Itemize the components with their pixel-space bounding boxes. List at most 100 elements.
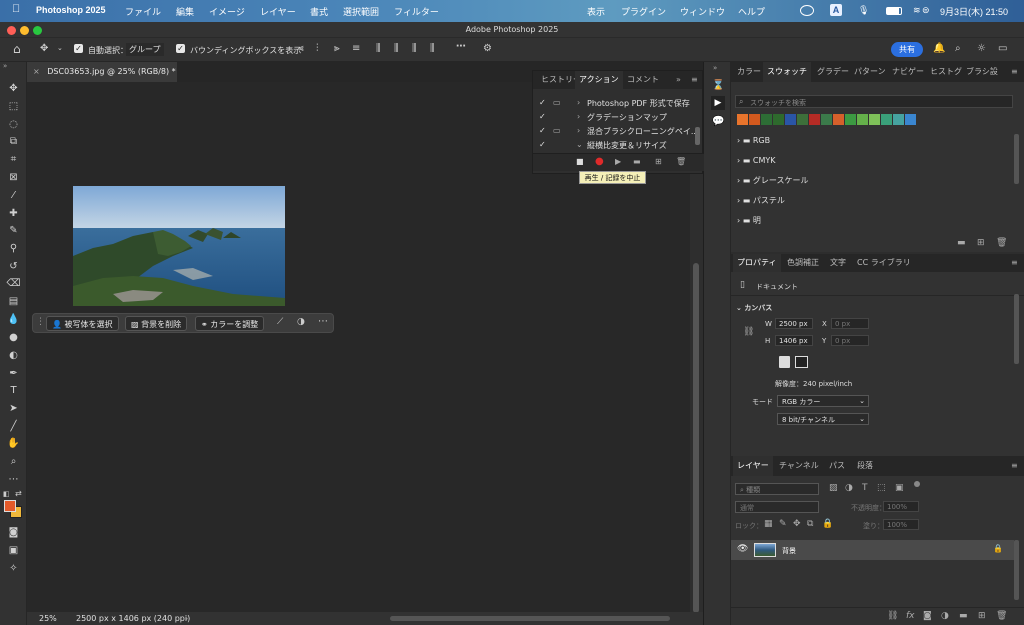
menu-type[interactable]: 書式	[310, 5, 328, 18]
wifi-icon[interactable]: ≋	[913, 5, 921, 16]
horizontal-scrollbar[interactable]	[390, 616, 670, 621]
link-layers-icon[interactable]: ⛓	[887, 611, 898, 621]
dialog-toggle-icon[interactable]: ▭	[553, 98, 561, 107]
color-swatch[interactable]	[869, 114, 880, 125]
chevron-right-icon[interactable]: ›	[577, 126, 580, 135]
check-icon[interactable]: ✓	[539, 140, 546, 149]
opacity-field[interactable]: 100%	[883, 501, 919, 512]
default-colors-icon[interactable]: ◧	[3, 490, 10, 498]
battery-icon[interactable]	[886, 7, 902, 15]
move-tool-icon[interactable]: ✥	[40, 43, 48, 54]
folder-icon[interactable]: ▬	[633, 157, 641, 166]
adjust-color-button[interactable]: ⚭ カラーを調整	[195, 316, 265, 331]
distribute-v-icon[interactable]: ⫼	[430, 43, 435, 54]
dialog-toggle-icon[interactable]: ▭	[553, 126, 561, 135]
creative-cloud-icon[interactable]	[800, 5, 814, 16]
action-row[interactable]: ✓ ⌄ 縦横比変更＆リサイズ	[533, 140, 695, 153]
width-field[interactable]: 2500 px	[775, 318, 813, 329]
canvas-section-header[interactable]: ⌄ カンバス	[736, 303, 772, 313]
swatch-search-input[interactable]: ⌕ スウォッチを検索	[735, 95, 1013, 108]
healing-brush-tool-icon[interactable]: ✚	[6, 207, 21, 221]
chevron-down-icon[interactable]: ⌄	[576, 140, 583, 149]
menu-help[interactable]: ヘルプ	[738, 5, 765, 18]
actions-panel-icon[interactable]: ▶	[711, 96, 725, 110]
check-icon[interactable]: ✓	[539, 126, 546, 135]
fill-field[interactable]: 100%	[883, 519, 919, 530]
menu-window[interactable]: ウィンドウ	[680, 5, 725, 18]
scrollbar-thumb[interactable]	[695, 127, 700, 145]
menu-file[interactable]: ファイル	[125, 5, 161, 18]
tab-comments[interactable]: コメント	[623, 71, 663, 89]
zoom-tool-icon[interactable]: ⌕	[6, 455, 21, 469]
transform-icon[interactable]: ⟋	[277, 317, 283, 327]
chevron-right-icon[interactable]: ›	[577, 98, 580, 107]
check-icon[interactable]: ✓	[539, 98, 546, 107]
tab-properties[interactable]: プロパティ	[733, 254, 781, 272]
trash-icon[interactable]: 🗑	[996, 238, 1007, 248]
object-select-tool-icon[interactable]: ⧉	[6, 135, 21, 149]
lock-artboard-icon[interactable]: ⧉	[807, 519, 813, 529]
trash-icon[interactable]: 🗑	[676, 157, 686, 166]
swatch-group[interactable]: › ▬ RGB	[737, 136, 770, 145]
panel-menu-icon[interactable]: ≡	[1011, 258, 1018, 267]
zoom-level[interactable]: 25%	[39, 614, 57, 623]
lasso-tool-icon[interactable]: ◌	[6, 118, 21, 132]
collapse-toolbar-icon[interactable]: »	[3, 62, 7, 70]
y-field[interactable]: 0 px	[831, 335, 869, 346]
burn-tool-icon[interactable]: ◐	[6, 349, 21, 363]
color-swatch[interactable]	[857, 114, 868, 125]
portrait-orientation-icon[interactable]	[779, 356, 790, 368]
color-swatch[interactable]	[905, 114, 916, 125]
close-window-button[interactable]	[7, 26, 16, 35]
lock-pixels-icon[interactable]: ✎	[779, 519, 787, 529]
lock-position-icon[interactable]: ✥	[793, 519, 801, 529]
menu-image[interactable]: イメージ	[209, 5, 245, 18]
workspace-icon[interactable]: ▭	[998, 43, 1007, 54]
zoom-window-button[interactable]	[33, 26, 42, 35]
tab-character[interactable]: 文字	[826, 254, 850, 272]
align-center-icon[interactable]: ⫶	[316, 43, 319, 54]
action-row[interactable]: ✓ ▭ › Photoshop PDF 形式で保存	[533, 98, 695, 111]
more-options-icon[interactable]: ⋯	[456, 41, 466, 52]
bbox-checkbox[interactable]: ✓	[176, 44, 185, 53]
type-tool-icon[interactable]: T	[6, 384, 21, 398]
document-tab[interactable]: × DSC03653.jpg @ 25% (RGB/8) *	[27, 62, 177, 82]
line-tool-icon[interactable]: ╱	[6, 420, 21, 434]
tab-adjustments[interactable]: 色調補正	[783, 254, 823, 272]
blur-tool-icon[interactable]: 💧	[6, 313, 21, 327]
panel-menu-icon[interactable]: ≡	[691, 75, 698, 84]
crop-tool-icon[interactable]: ⌗	[6, 153, 21, 167]
swap-colors-icon[interactable]: ⇄	[15, 489, 22, 498]
shape-filter-icon[interactable]: ⬚	[877, 483, 886, 493]
color-swatch[interactable]	[737, 114, 748, 125]
menu-view[interactable]: 表示	[587, 5, 605, 18]
new-layer-icon[interactable]: ⊞	[978, 611, 986, 621]
action-row[interactable]: ✓ › グラデーションマップ	[533, 112, 695, 125]
auto-select-dropdown[interactable]: グループ	[126, 43, 164, 56]
screen-mode-icon[interactable]: ▣	[6, 544, 21, 558]
action-row[interactable]: ✓ ▭ › 混合ブラシクローニングペイ...	[533, 126, 698, 139]
align-top-icon[interactable]: ≡	[352, 43, 360, 54]
x-field[interactable]: 0 px	[831, 318, 869, 329]
marquee-tool-icon[interactable]: ⬚	[6, 100, 21, 114]
app-menu[interactable]: Photoshop 2025	[36, 5, 106, 15]
apple-icon[interactable]: 	[12, 3, 20, 15]
swatch-group[interactable]: › ▬ パステル	[737, 195, 785, 206]
adjustment-filter-icon[interactable]: ◑	[845, 483, 853, 493]
folder-icon[interactable]: ▬	[959, 611, 968, 621]
mask-icon[interactable]: ◙	[923, 611, 932, 621]
color-swatch[interactable]	[809, 114, 820, 125]
distribute-icon[interactable]: ⫼	[412, 43, 417, 54]
color-swatch[interactable]	[761, 114, 772, 125]
smart-object-filter-icon[interactable]: ▣	[895, 483, 904, 493]
scrollbar-thumb[interactable]	[1014, 540, 1019, 600]
align-vcenter-icon[interactable]: ⫼	[376, 43, 381, 54]
pixel-filter-icon[interactable]: ▨	[829, 483, 838, 493]
quick-mask-icon[interactable]: ◙	[6, 526, 21, 540]
check-icon[interactable]: ✓	[539, 112, 546, 121]
input-source-indicator[interactable]: A	[830, 4, 842, 16]
menu-filter[interactable]: フィルター	[394, 5, 439, 18]
document-image[interactable]	[73, 186, 285, 306]
foreground-color-swatch[interactable]	[4, 500, 16, 512]
minimize-window-button[interactable]	[20, 26, 29, 35]
